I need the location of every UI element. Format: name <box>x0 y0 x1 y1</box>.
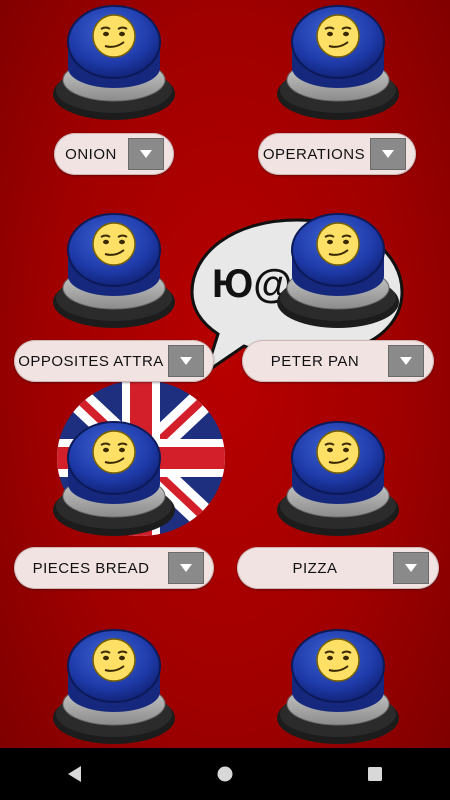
chevron-down-icon <box>405 564 417 572</box>
chevron-down-icon <box>180 357 192 365</box>
smirk-face-button-icon <box>276 418 400 538</box>
sound-label: PETER PAN <box>270 352 360 370</box>
chevron-down-icon <box>180 564 192 572</box>
smirk-face-button-icon <box>276 626 400 746</box>
dropdown-toggle[interactable] <box>168 552 204 584</box>
sound-selector-onion[interactable]: ONION <box>54 133 174 175</box>
recents-button[interactable] <box>355 754 395 794</box>
smirk-face-button-icon <box>276 2 400 122</box>
smirk-face-button-icon <box>276 210 400 330</box>
sound-button-pieces-bread[interactable] <box>52 418 176 538</box>
recents-icon <box>368 767 382 781</box>
sound-selector-pieces-bread[interactable]: PIECES BREAD <box>14 547 214 589</box>
smirk-face-button-icon <box>52 626 176 746</box>
sound-selector-peter-pan[interactable]: PETER PAN <box>242 340 434 382</box>
chevron-down-icon <box>140 150 152 158</box>
sound-label: PIECES BREAD <box>32 559 150 577</box>
sound-selector-operations[interactable]: OPERATIONS <box>258 133 416 175</box>
dropdown-toggle[interactable] <box>370 138 406 170</box>
sound-button-opposites-attract[interactable] <box>52 210 176 330</box>
back-icon <box>68 766 81 782</box>
smirk-face-button-icon <box>52 418 176 538</box>
home-button[interactable] <box>205 754 245 794</box>
sound-button-row4-left[interactable] <box>52 626 176 746</box>
sound-button-onion[interactable] <box>52 2 176 122</box>
sound-button-pizza[interactable] <box>276 418 400 538</box>
sound-label: ONION <box>65 145 117 163</box>
back-button[interactable] <box>55 754 95 794</box>
dropdown-toggle[interactable] <box>128 138 164 170</box>
smirk-face-button-icon <box>52 210 176 330</box>
dropdown-toggle[interactable] <box>168 345 204 377</box>
sound-selector-opposites-attract[interactable]: OPPOSITES ATTRA <box>14 340 214 382</box>
home-icon <box>217 766 233 782</box>
chevron-down-icon <box>382 150 394 158</box>
sound-button-row4-right[interactable] <box>276 626 400 746</box>
dropdown-toggle[interactable] <box>393 552 429 584</box>
smirk-face-button-icon <box>52 2 176 122</box>
sound-button-peter-pan[interactable] <box>276 210 400 330</box>
system-navigation-bar <box>0 748 450 800</box>
dropdown-toggle[interactable] <box>388 345 424 377</box>
sound-label: OPPOSITES ATTRA <box>18 352 164 370</box>
chevron-down-icon <box>400 357 412 365</box>
sound-button-operations[interactable] <box>276 2 400 122</box>
sound-label: PIZZA <box>292 559 338 577</box>
sound-selector-pizza[interactable]: PIZZA <box>237 547 439 589</box>
sound-label: OPERATIONS <box>262 145 366 163</box>
